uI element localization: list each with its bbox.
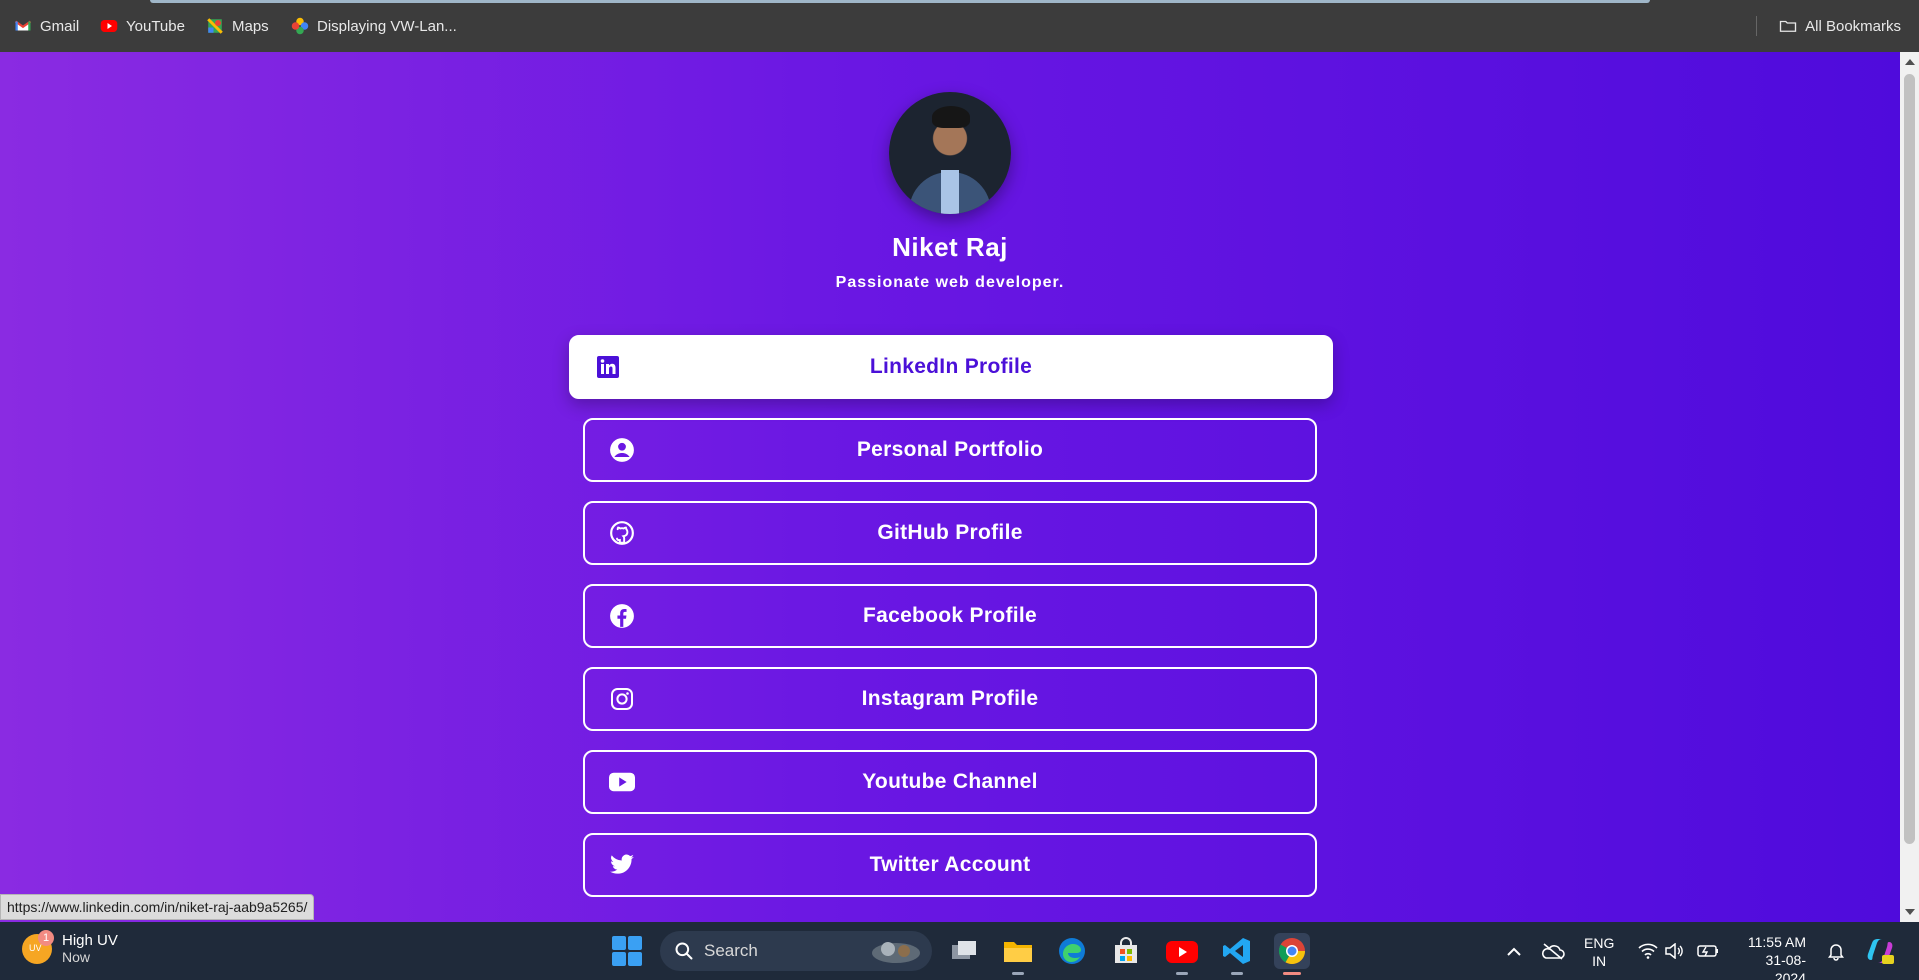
- copilot-icon[interactable]: [1862, 933, 1898, 969]
- scroll-up-icon[interactable]: [1905, 59, 1915, 65]
- facebook-icon: [609, 603, 635, 629]
- start-button[interactable]: [612, 936, 642, 966]
- battery-icon[interactable]: [1690, 933, 1726, 969]
- chrome-icon[interactable]: [1274, 933, 1310, 969]
- search-icon: [675, 942, 693, 960]
- address-bar-edge: [150, 0, 1650, 3]
- link-label: Instagram Profile: [861, 687, 1039, 710]
- clock-time: 11:55 AM: [1747, 934, 1806, 950]
- language-indicator[interactable]: ENG IN: [1584, 934, 1614, 970]
- link-instagram[interactable]: Instagram Profile: [583, 667, 1317, 731]
- weather-widget[interactable]: UV 1 High UV Now: [22, 929, 118, 965]
- instagram-icon: [609, 686, 635, 712]
- notification-bell-icon[interactable]: [1818, 933, 1854, 969]
- youtube-icon: [609, 769, 635, 795]
- scrollbar-thumb[interactable]: [1904, 74, 1915, 844]
- profile-name: Niket Raj: [892, 232, 1008, 262]
- link-twitter[interactable]: Twitter Account: [583, 833, 1317, 897]
- linkedin-icon: [595, 354, 621, 380]
- link-label: LinkedIn Profile: [869, 355, 1033, 378]
- page-viewport: Niket Raj Passionate web developer. Link…: [0, 52, 1900, 922]
- clock-date: 31-08-2024: [1765, 952, 1806, 980]
- youtube-app-icon[interactable]: [1164, 933, 1200, 969]
- github-icon: [609, 520, 635, 546]
- user-circle-icon: [609, 437, 635, 463]
- link-github[interactable]: GitHub Profile: [583, 501, 1317, 565]
- bookmark-youtube[interactable]: YouTube: [100, 17, 185, 35]
- weather-title: High UV: [62, 932, 118, 949]
- link-linkedin[interactable]: LinkedIn Profile: [569, 335, 1333, 399]
- bookmark-photos[interactable]: Displaying VW-Lan...: [291, 17, 457, 35]
- system-clock[interactable]: 11:55 AM 31-08-2024: [1736, 933, 1806, 980]
- link-label: GitHub Profile: [877, 521, 1023, 544]
- onedrive-off-icon[interactable]: [1535, 933, 1571, 969]
- task-view-icon[interactable]: [946, 933, 982, 969]
- link-label: Youtube Channel: [862, 770, 1038, 793]
- bookmark-label: YouTube: [126, 17, 185, 35]
- avatar: [889, 92, 1011, 214]
- vscode-icon[interactable]: [1219, 933, 1255, 969]
- search-highlight-icon: [872, 942, 920, 963]
- bookmark-maps[interactable]: Maps: [206, 17, 269, 35]
- uv-icon: UV 1: [22, 929, 54, 964]
- weather-subtitle: Now: [62, 949, 91, 965]
- search-placeholder: Search: [704, 941, 758, 960]
- maps-icon: [207, 18, 223, 34]
- photos-icon: [291, 17, 309, 35]
- volume-icon[interactable]: [1656, 933, 1692, 969]
- taskbar-search[interactable]: Search: [660, 931, 932, 971]
- store-icon[interactable]: [1108, 933, 1144, 969]
- link-label: Twitter Account: [869, 853, 1031, 876]
- bookmark-label: Displaying VW-Lan...: [317, 17, 457, 35]
- all-bookmarks-label: All Bookmarks: [1805, 17, 1901, 35]
- all-bookmarks-button[interactable]: All Bookmarks: [1779, 17, 1901, 35]
- taskbar: UV 1 High UV Now Search ENG IN 11:55 AM …: [0, 922, 1919, 980]
- twitter-icon: [609, 852, 635, 878]
- tray-overflow-icon[interactable]: [1496, 933, 1532, 969]
- link-youtube[interactable]: Youtube Channel: [583, 750, 1317, 814]
- link-status-url: https://www.linkedin.com/in/niket-raj-aa…: [0, 894, 315, 920]
- bookmark-gmail[interactable]: Gmail: [14, 17, 79, 35]
- link-facebook[interactable]: Facebook Profile: [583, 584, 1317, 648]
- scroll-down-icon[interactable]: [1905, 909, 1915, 915]
- gmail-icon: [14, 20, 32, 31]
- bookmark-label: Maps: [232, 17, 269, 35]
- profile-tagline: Passionate web developer.: [835, 274, 1065, 291]
- file-explorer-icon[interactable]: [1000, 933, 1036, 969]
- page-scrollbar[interactable]: [1900, 52, 1919, 922]
- link-label: Facebook Profile: [862, 604, 1037, 627]
- link-label: Personal Portfolio: [856, 438, 1044, 461]
- bookmarks-divider: [1756, 16, 1757, 36]
- edge-icon[interactable]: [1054, 933, 1090, 969]
- bookmark-label: Gmail: [40, 17, 80, 35]
- link-portfolio[interactable]: Personal Portfolio: [583, 418, 1317, 482]
- bookmarks-bar: Gmail YouTube Maps Displaying VW-Lan... …: [0, 0, 1919, 52]
- notification-badge: 1: [38, 929, 54, 946]
- youtube-icon: [100, 20, 118, 32]
- folder-icon: [1779, 20, 1797, 32]
